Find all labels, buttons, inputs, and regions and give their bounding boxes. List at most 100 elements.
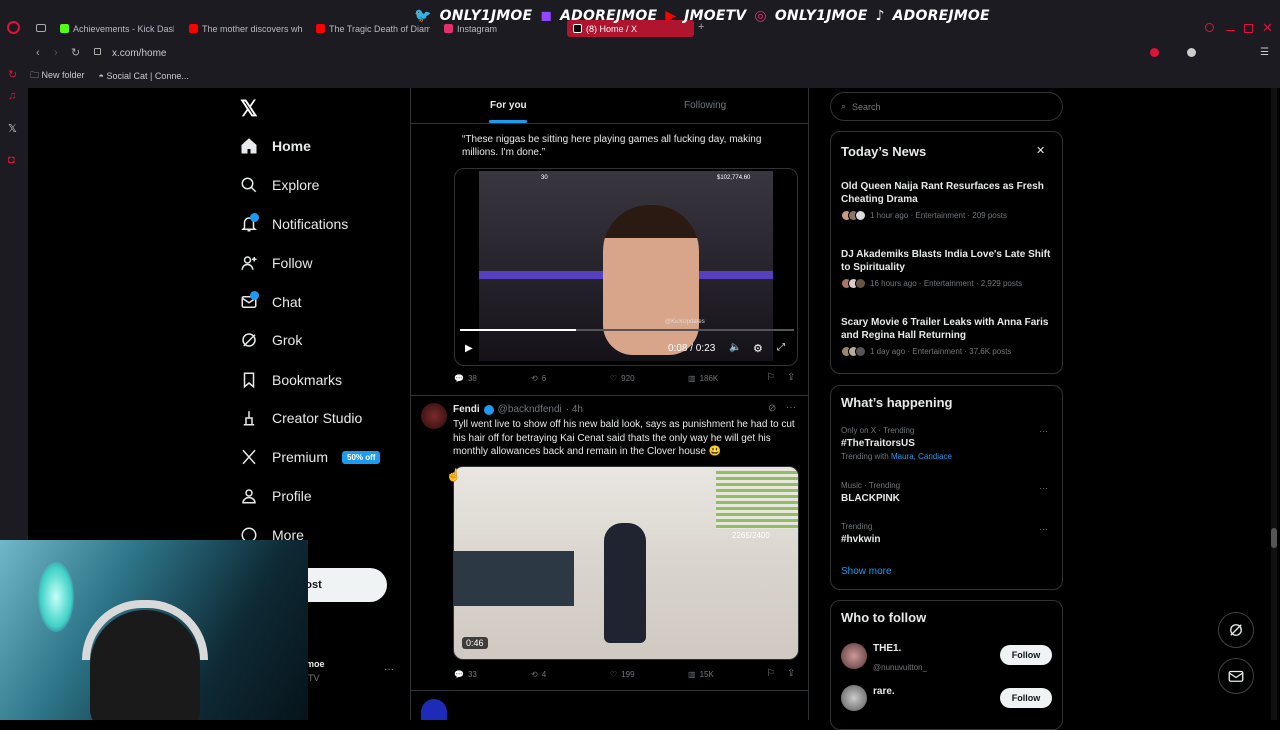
follow-button[interactable]: Follow [1000, 645, 1052, 665]
nav-follow[interactable]: Follow [240, 248, 312, 278]
search-input[interactable] [852, 101, 1033, 112]
bookmark-folder[interactable]: 🗀 New folder [30, 68, 85, 84]
minimize-icon[interactable] [1226, 30, 1235, 31]
news-headline: Scary Movie 6 Trailer Leaks with Anna Fa… [841, 317, 1049, 341]
tab-label: Following [684, 100, 727, 111]
tab-youtube-1[interactable]: The mother discovers wha [189, 20, 303, 37]
nav-profile[interactable]: Profile [240, 481, 312, 511]
fullscreen-icon[interactable]: ⤢ [777, 342, 785, 353]
banner-label: ONLY1JMOE [439, 8, 533, 24]
repost-icon: ⟲ [531, 670, 538, 679]
sidebar-history-icon[interactable]: ↻ [8, 68, 17, 81]
share-icon[interactable]: ⇪ [787, 668, 795, 679]
settings-icon[interactable]: ⚙ [753, 342, 763, 355]
avatar[interactable] [421, 699, 447, 720]
news-item[interactable]: Old Queen Naija Rant Resurfaces as Fresh… [841, 180, 1053, 221]
trend-name: #hvkwin [841, 534, 881, 545]
news-item[interactable]: DJ Akademiks Blasts India Love's Late Sh… [841, 248, 1053, 289]
forward-icon[interactable]: › [54, 47, 58, 59]
trend-context: Only on X · Trending [841, 426, 915, 435]
opera-logo-icon[interactable] [7, 21, 20, 34]
reply-count: 38 [467, 374, 477, 383]
video-progress-track[interactable] [460, 329, 794, 331]
trend-more-icon[interactable]: ··· [1039, 483, 1048, 493]
avatar[interactable] [841, 643, 867, 669]
chart-icon: ▥ [688, 670, 696, 679]
tweet-time[interactable]: · 4h [566, 404, 583, 415]
nav-grok[interactable]: Grok [240, 325, 302, 355]
sidebar-x-icon[interactable]: 𝕏 [8, 122, 17, 135]
tab-following[interactable]: Following [684, 100, 726, 111]
bookmark-tweet-icon[interactable]: ⚐ [766, 668, 775, 679]
follow-name[interactable]: rare. [873, 686, 895, 697]
tweet-text: “These niggas be sitting here playing ga… [462, 134, 762, 158]
sidebar-music-icon[interactable]: ♫ [8, 90, 16, 102]
author-name[interactable]: Fendi [453, 404, 480, 415]
sidebar-pin-icon[interactable]: ◘ [8, 154, 15, 166]
tweet-video[interactable]: 2265/2400 0:46 [453, 466, 799, 660]
messages-floating-button[interactable] [1218, 658, 1254, 694]
trend-item[interactable]: Only on X · Trending #TheTraitorsUS Tren… [841, 426, 1053, 461]
search-tabs-icon[interactable] [1205, 23, 1214, 32]
nav-bookmarks[interactable]: Bookmarks [240, 365, 342, 395]
avatar[interactable] [841, 685, 867, 711]
like-button[interactable]: ♡ 920 [610, 374, 635, 383]
nav-premium[interactable]: Premium 50% off [240, 442, 381, 472]
avatar[interactable] [421, 403, 447, 429]
volume-icon[interactable]: 🔈 [729, 342, 741, 353]
follow-button[interactable]: Follow [1000, 688, 1052, 708]
extension-icon[interactable] [1150, 48, 1159, 57]
scrollbar[interactable] [1271, 88, 1277, 720]
overlay-text: 30 [541, 175, 548, 181]
tab-kick[interactable]: Achievements - Kick Dash [60, 20, 174, 37]
show-more-link[interactable]: Show more [841, 566, 892, 577]
reload-icon[interactable]: ↻ [71, 46, 80, 59]
play-icon[interactable]: ▶ [465, 343, 473, 354]
trend-item[interactable]: Music · Trending BLACKPINK [841, 481, 1053, 504]
tweet-video[interactable]: 30 $102,774.60 @KickUpdates ▶ 0:08 / 0:2… [454, 168, 798, 366]
grok-tweet-icon[interactable]: ⊘ [768, 403, 776, 414]
scrollbar-thumb[interactable] [1271, 528, 1277, 548]
bookmark-link[interactable]: ◓ Social Cat | Conne... [99, 71, 189, 81]
divider [411, 395, 808, 396]
url-field[interactable]: x.com/home [112, 48, 166, 59]
trend-item[interactable]: Trending #hvkwin [841, 522, 1053, 545]
back-icon[interactable]: ‹ [36, 47, 40, 59]
tab-overview-icon[interactable] [36, 24, 46, 32]
nav-explore[interactable]: Explore [240, 170, 319, 200]
overlay-count: 2265/2400 [732, 531, 770, 540]
account-more-icon[interactable]: ··· [384, 664, 394, 675]
search-icon [241, 177, 257, 193]
trend-related[interactable]: Maura, Candiace [891, 452, 952, 461]
repost-button[interactable]: ⟲ 6 [531, 374, 546, 383]
like-count: 920 [621, 374, 635, 383]
close-icon[interactable]: ✕ [1036, 144, 1045, 157]
search-box[interactable]: ⌕ [830, 92, 1063, 121]
reply-button[interactable]: 💬 38 [454, 374, 477, 383]
bookmark-tweet-icon[interactable]: ⚐ [766, 372, 775, 383]
follow-name[interactable]: THE1. [873, 643, 901, 654]
nav-creator-studio[interactable]: Creator Studio [240, 403, 362, 433]
reply-button[interactable]: 💬 33 [454, 670, 477, 679]
nav-chat[interactable]: Chat [240, 287, 302, 317]
maximize-icon[interactable] [1244, 24, 1253, 33]
trend-more-icon[interactable]: ··· [1039, 524, 1048, 534]
share-icon[interactable]: ⇪ [787, 372, 795, 383]
close-window-icon[interactable]: ✕ [1262, 20, 1273, 36]
tab-youtube-2[interactable]: The Tragic Death of Diam [316, 20, 430, 37]
menu-icon[interactable]: ☰ [1260, 47, 1269, 58]
tweet-more-icon[interactable]: ··· [786, 402, 796, 413]
views-button[interactable]: ▥ 186K [688, 374, 718, 383]
extension-icon[interactable] [1187, 48, 1196, 57]
author-handle[interactable]: @backndfendi [498, 404, 562, 415]
grok-floating-button[interactable] [1218, 612, 1254, 648]
add-user-icon [241, 256, 257, 270]
news-item[interactable]: Scary Movie 6 Trailer Leaks with Anna Fa… [841, 316, 1053, 357]
trend-more-icon[interactable]: ··· [1039, 426, 1048, 436]
views-button[interactable]: ▥ 15K [688, 670, 714, 679]
nav-home[interactable]: Home [240, 131, 311, 161]
x-logo-icon[interactable]: 𝕏 [240, 96, 258, 122]
tab-for-you[interactable]: For you [490, 100, 527, 111]
repost-button[interactable]: ⟲ 4 [531, 670, 546, 679]
like-button[interactable]: ♡ 199 [610, 670, 635, 679]
